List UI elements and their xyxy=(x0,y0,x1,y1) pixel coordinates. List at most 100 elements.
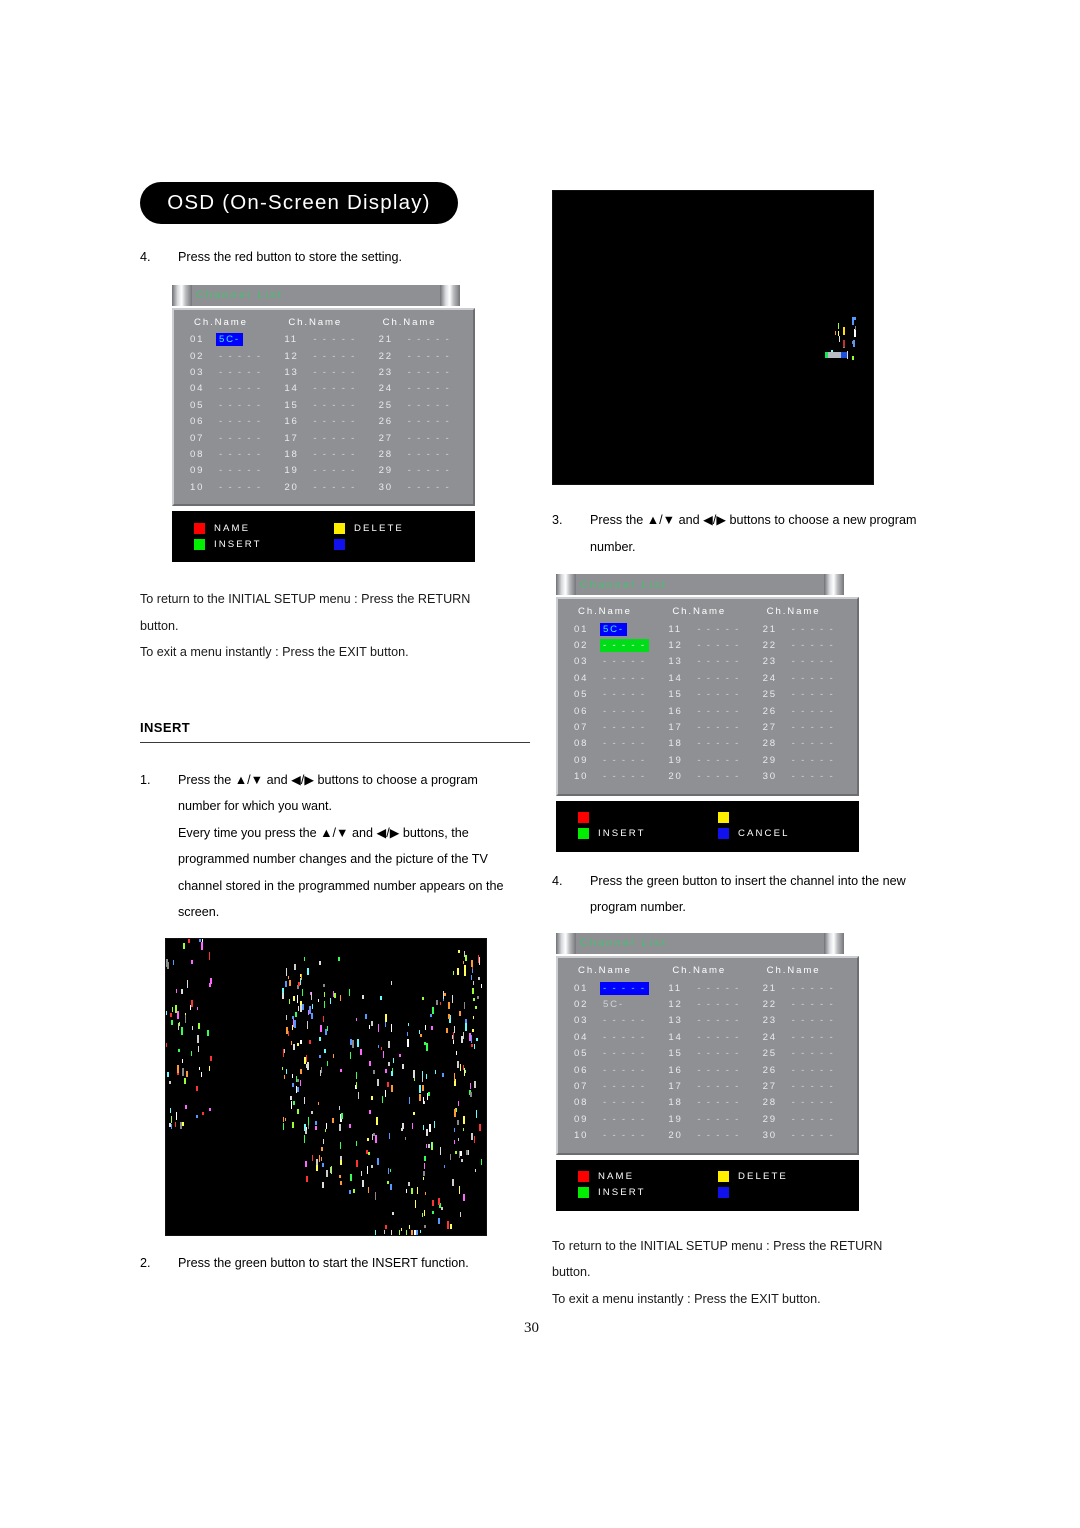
osd-btn-yellow-3[interactable]: DELETE xyxy=(696,1171,836,1183)
channel-row[interactable]: 30 - - - - - xyxy=(755,769,849,785)
channel-row[interactable]: 18 - - - - - xyxy=(276,446,370,462)
channel-row[interactable]: 02 - - - - - xyxy=(182,348,276,364)
channel-row[interactable]: 18 - - - - - xyxy=(660,736,754,752)
channel-row[interactable]: 26 - - - - - xyxy=(755,1062,849,1078)
osd-btn-red-1[interactable]: NAME xyxy=(172,522,312,534)
channel-row[interactable]: 10 - - - - - xyxy=(182,479,276,495)
channel-row[interactable]: 04 - - - - - xyxy=(566,1029,660,1045)
channel-row[interactable]: 14 - - - - - xyxy=(660,670,754,686)
channel-row[interactable]: 09 - - - - - xyxy=(182,463,276,479)
channel-row[interactable]: 05 - - - - - xyxy=(566,1045,660,1061)
channel-row[interactable]: 14 - - - - - xyxy=(276,381,370,397)
channel-row[interactable]: 29 - - - - - xyxy=(755,752,849,768)
channel-row[interactable]: 23 - - - - - xyxy=(755,654,849,670)
channel-row[interactable]: 18 - - - - - xyxy=(660,1095,754,1111)
channel-row[interactable]: 26 - - - - - xyxy=(371,413,465,429)
channel-row[interactable]: 20 - - - - - xyxy=(660,769,754,785)
channel-row[interactable]: 25 - - - - - xyxy=(755,687,849,703)
channel-row[interactable]: 23 - - - - - xyxy=(371,364,465,380)
channel-row[interactable]: 11 - - - - - xyxy=(660,621,754,637)
channel-row[interactable]: 02 - - - - - xyxy=(566,637,660,653)
channel-row[interactable]: 06 - - - - - xyxy=(566,1062,660,1078)
channel-row[interactable]: 22 - - - - - xyxy=(371,348,465,364)
channel-row[interactable]: 13 - - - - - xyxy=(660,1013,754,1029)
channel-row[interactable]: 24 - - - - - xyxy=(371,381,465,397)
channel-row[interactable]: 03 - - - - - xyxy=(566,654,660,670)
channel-row[interactable]: 27 - - - - - xyxy=(755,719,849,735)
channel-row[interactable]: 28 - - - - - xyxy=(755,736,849,752)
channel-row[interactable]: 08 - - - - - xyxy=(566,1095,660,1111)
osd-btn-yellow-1[interactable]: DELETE xyxy=(312,522,452,534)
channel-row[interactable]: 08 - - - - - xyxy=(566,736,660,752)
channel-row[interactable]: 22 - - - - - xyxy=(755,996,849,1012)
channel-row[interactable]: 20 - - - - - xyxy=(660,1127,754,1143)
channel-row[interactable]: 12 - - - - - xyxy=(276,348,370,364)
channel-row[interactable]: 04 - - - - - xyxy=(566,670,660,686)
channel-row[interactable]: 03 - - - - - xyxy=(566,1013,660,1029)
channel-row[interactable]: 29 - - - - - xyxy=(371,463,465,479)
osd-btn-green-1[interactable]: INSERT xyxy=(172,538,312,550)
channel-row[interactable]: 16 - - - - - xyxy=(660,1062,754,1078)
channel-row[interactable]: 05 - - - - - xyxy=(182,397,276,413)
channel-row[interactable]: 10 - - - - - xyxy=(566,769,660,785)
channel-row[interactable]: 02 5C- xyxy=(566,996,660,1012)
channel-row[interactable]: 07 - - - - - xyxy=(182,430,276,446)
channel-row[interactable]: 24 - - - - - xyxy=(755,1029,849,1045)
channel-row[interactable]: 01 - - - - - xyxy=(566,980,660,996)
channel-row[interactable]: 15 - - - - - xyxy=(276,397,370,413)
channel-row[interactable]: 23 - - - - - xyxy=(755,1013,849,1029)
channel-row[interactable]: 05 - - - - - xyxy=(566,687,660,703)
osd-btn-blue-1[interactable] xyxy=(312,538,452,550)
channel-row[interactable]: 06 - - - - - xyxy=(182,413,276,429)
channel-row[interactable]: 14 - - - - - xyxy=(660,1029,754,1045)
osd-btn-red-3[interactable]: NAME xyxy=(556,1171,696,1183)
channel-row[interactable]: 28 - - - - - xyxy=(371,446,465,462)
channel-row[interactable]: 25 - - - - - xyxy=(755,1045,849,1061)
channel-row[interactable]: 01 5C- xyxy=(182,332,276,348)
channel-row[interactable]: 17 - - - - - xyxy=(660,719,754,735)
channel-row[interactable]: 16 - - - - - xyxy=(276,413,370,429)
channel-row[interactable]: 08 - - - - - xyxy=(182,446,276,462)
channel-row[interactable]: 12 - - - - - xyxy=(660,637,754,653)
channel-row[interactable]: 24 - - - - - xyxy=(755,670,849,686)
channel-row[interactable]: 21 - - - - - xyxy=(371,332,465,348)
channel-row[interactable]: 12 - - - - - xyxy=(660,996,754,1012)
channel-row[interactable]: 13 - - - - - xyxy=(276,364,370,380)
channel-row[interactable]: 27 - - - - - xyxy=(755,1078,849,1094)
channel-row[interactable]: 30 - - - - - xyxy=(371,479,465,495)
channel-row[interactable]: 26 - - - - - xyxy=(755,703,849,719)
channel-row[interactable]: 21 - - - - - xyxy=(755,980,849,996)
osd-btn-yellow-2[interactable] xyxy=(696,812,836,824)
channel-row[interactable]: 15 - - - - - xyxy=(660,687,754,703)
channel-row[interactable]: 21 - - - - - xyxy=(755,621,849,637)
channel-row[interactable]: 09 - - - - - xyxy=(566,752,660,768)
channel-row[interactable]: 09 - - - - - xyxy=(566,1111,660,1127)
channel-row[interactable]: 19 - - - - - xyxy=(660,1111,754,1127)
channel-row[interactable]: 06 - - - - - xyxy=(566,703,660,719)
osd-btn-blue-2[interactable]: CANCEL xyxy=(696,828,836,840)
channel-row[interactable]: 07 - - - - - xyxy=(566,719,660,735)
channel-row[interactable]: 17 - - - - - xyxy=(276,430,370,446)
channel-row[interactable]: 22 - - - - - xyxy=(755,637,849,653)
channel-row[interactable]: 13 - - - - - xyxy=(660,654,754,670)
channel-row[interactable]: 25 - - - - - xyxy=(371,397,465,413)
channel-row[interactable]: 19 - - - - - xyxy=(660,752,754,768)
channel-row[interactable]: 01 5C- xyxy=(566,621,660,637)
channel-row[interactable]: 04 - - - - - xyxy=(182,381,276,397)
channel-row[interactable]: 29 - - - - - xyxy=(755,1111,849,1127)
channel-row[interactable]: 03 - - - - - xyxy=(182,364,276,380)
channel-row[interactable]: 28 - - - - - xyxy=(755,1095,849,1111)
osd-btn-green-3[interactable]: INSERT xyxy=(556,1187,696,1199)
channel-row[interactable]: 19 - - - - - xyxy=(276,463,370,479)
channel-row[interactable]: 11 - - - - - xyxy=(660,980,754,996)
channel-row[interactable]: 15 - - - - - xyxy=(660,1045,754,1061)
channel-row[interactable]: 20 - - - - - xyxy=(276,479,370,495)
osd-btn-red-2[interactable] xyxy=(556,812,696,824)
channel-row[interactable]: 10 - - - - - xyxy=(566,1127,660,1143)
channel-row[interactable]: 17 - - - - - xyxy=(660,1078,754,1094)
channel-row[interactable]: 27 - - - - - xyxy=(371,430,465,446)
channel-row[interactable]: 07 - - - - - xyxy=(566,1078,660,1094)
osd-btn-green-2[interactable]: INSERT xyxy=(556,828,696,840)
channel-row[interactable]: 16 - - - - - xyxy=(660,703,754,719)
channel-row[interactable]: 11 - - - - - xyxy=(276,332,370,348)
